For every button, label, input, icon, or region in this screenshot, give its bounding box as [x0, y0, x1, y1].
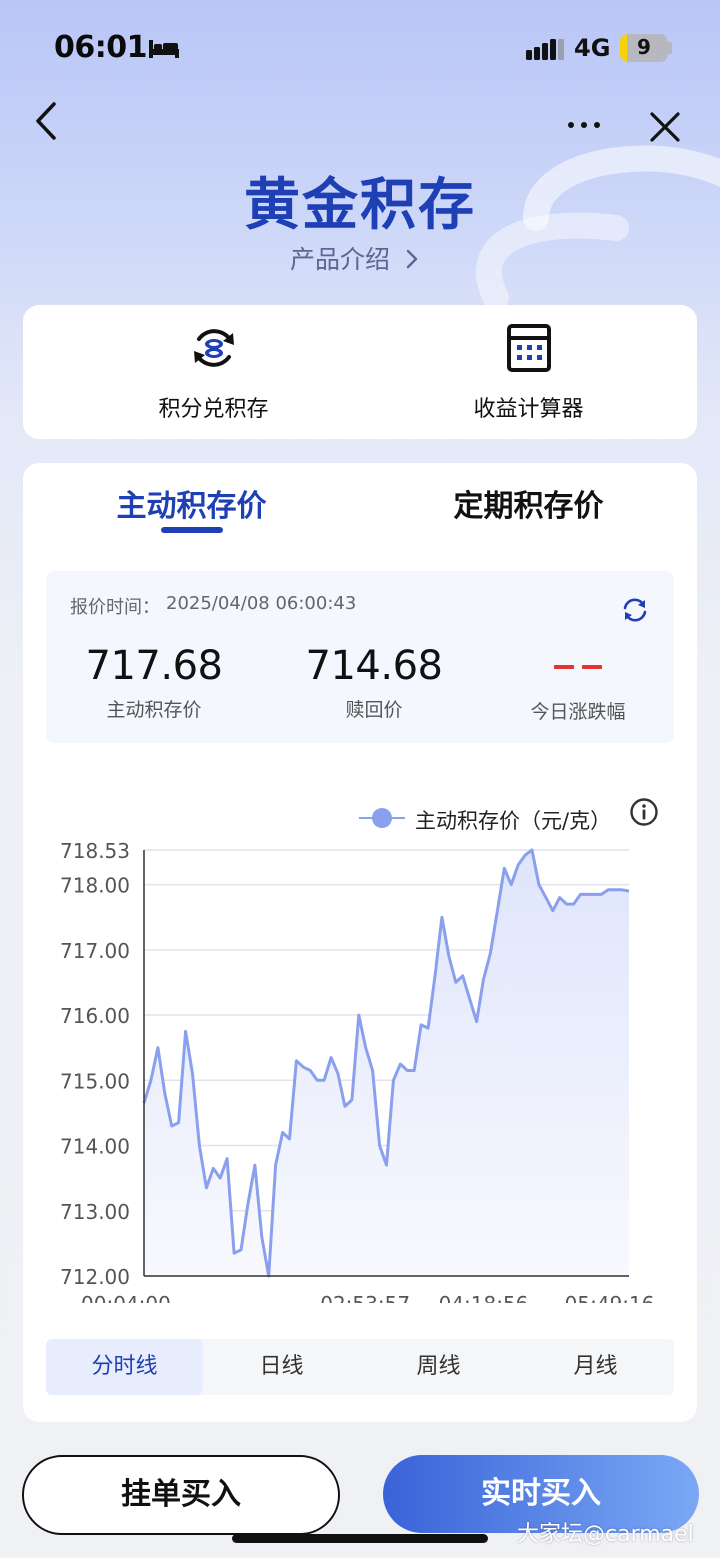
y-tick-label: 714.00	[60, 1135, 130, 1159]
refresh-icon[interactable]	[622, 597, 648, 623]
quote-box: 报价时间： 2025/04/08 06:00:43 717.68 主动积存价 7…	[46, 571, 674, 743]
network-type: 4G	[574, 34, 611, 62]
more-icon[interactable]	[566, 118, 602, 132]
stat-label: 赎回价	[345, 699, 403, 721]
battery-cap	[668, 42, 672, 54]
home-indicator	[232, 1534, 488, 1543]
cellular-signal-icon	[526, 39, 564, 60]
calculator-button[interactable]: 收益计算器	[360, 305, 697, 439]
period-monthly[interactable]: 月线	[517, 1339, 674, 1395]
stat-label: 今日涨跌幅	[530, 701, 626, 723]
stat-active-price: 717.68 主动积存价	[54, 643, 254, 722]
stat-label: 主动积存价	[106, 699, 202, 721]
chevron-right-icon[interactable]	[404, 248, 420, 270]
info-icon[interactable]	[629, 797, 659, 827]
price-chart: 712.00 713.00 714.00 715.00 716.00 717.00 718.…	[60, 839, 655, 1303]
quick-tools-card: 积分兑积存 收益计算器	[23, 305, 697, 439]
y-tick-label: 716.00	[60, 1004, 130, 1028]
x-tick-label: 00:04:00	[81, 1292, 171, 1303]
status-time: 06:01	[54, 30, 148, 65]
calculator-icon	[507, 324, 551, 372]
points-exchange-button[interactable]: 积分兑积存	[45, 305, 382, 439]
tab-active-deposit-price[interactable]: 主动积存价	[23, 481, 360, 525]
tool-label: 收益计算器	[473, 397, 584, 422]
quote-time-label: 报价时间：	[70, 597, 160, 618]
page-title: 黄金积存	[244, 173, 476, 238]
watermark: 大家坛@carmael	[517, 1522, 694, 1547]
x-tick-label: 04:18:56	[439, 1292, 529, 1303]
legend-marker	[372, 808, 392, 828]
y-tick-label: 715.00	[60, 1069, 130, 1093]
price-card: 主动积存价 定期积存价 报价时间： 2025/04/08 06:00:43 71…	[23, 463, 697, 1422]
tab-underline	[161, 527, 223, 533]
product-intro-link[interactable]: 产品介绍	[290, 240, 390, 276]
period-daily[interactable]: 日线	[203, 1339, 360, 1395]
x-tick-label: 05:49:16	[565, 1292, 655, 1303]
stat-redeem-price: 714.68 赎回价	[274, 643, 474, 722]
y-tick-label: 712.00	[60, 1265, 130, 1289]
battery-level: 9	[637, 35, 651, 59]
period-weekly[interactable]: 周线	[360, 1339, 517, 1395]
y-tick-label: 713.00	[60, 1200, 130, 1224]
points-exchange-icon	[194, 329, 234, 367]
limit-buy-button[interactable]: 挂单买入	[22, 1455, 340, 1535]
stat-daily-change: 今日涨跌幅	[478, 643, 678, 724]
y-tick-label: 718.00	[60, 874, 130, 898]
back-icon[interactable]	[30, 100, 64, 142]
series-area	[144, 850, 629, 1276]
change-placeholder	[478, 643, 678, 691]
close-icon[interactable]	[648, 110, 682, 144]
y-tick-label: 717.00	[60, 939, 130, 963]
period-selector: 分时线 日线 周线 月线	[46, 1339, 674, 1395]
tab-fixed-deposit-price[interactable]: 定期积存价	[360, 481, 697, 525]
quote-time-value: 2025/04/08 06:00:43	[166, 593, 357, 614]
stat-value: 717.68	[85, 643, 223, 689]
legend-label: 主动积存价（元/克）	[415, 809, 612, 833]
period-intraday[interactable]: 分时线	[46, 1339, 203, 1395]
tool-label: 积分兑积存	[158, 397, 269, 422]
sleep-mode-icon	[149, 40, 179, 58]
y-tick-label: 718.53	[60, 839, 130, 863]
x-tick-label: 02:53:57	[320, 1292, 410, 1303]
battery-icon: 9	[620, 34, 668, 62]
stat-value: 714.68	[305, 643, 443, 689]
